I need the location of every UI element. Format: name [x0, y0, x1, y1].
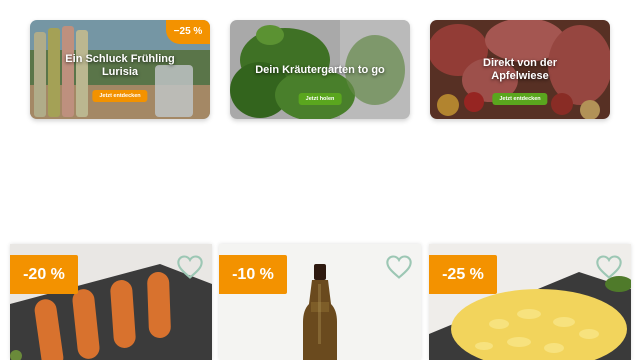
- banner-cta-button[interactable]: Jetzt entdecken: [92, 90, 148, 102]
- banner-title: Ein Schluck Frühling Lurisia: [65, 53, 175, 78]
- product-card[interactable]: -20 %: [10, 244, 212, 360]
- heart-outline-icon[interactable]: [595, 254, 623, 280]
- promo-banner-herbs[interactable]: Dein Kräutergarten to go Jetzt holen: [230, 20, 410, 119]
- discount-badge: -10 %: [219, 255, 287, 294]
- heart-outline-icon[interactable]: [176, 254, 204, 280]
- promo-banner-apples[interactable]: Direkt von der Apfelwiese Jetzt entdecke…: [430, 20, 610, 119]
- heart-outline-icon[interactable]: [385, 254, 413, 280]
- promo-banner-lurisia[interactable]: −25 % Ein Schluck Frühling Lurisia Jetzt…: [30, 20, 210, 119]
- discount-badge: -25 %: [429, 255, 497, 294]
- banner-discount-badge: −25 %: [166, 20, 210, 44]
- discount-badge: -20 %: [10, 255, 78, 294]
- product-card[interactable]: -10 %: [219, 244, 421, 360]
- banner-title: Dein Kräutergarten to go: [255, 64, 385, 76]
- product-card[interactable]: -25 %: [429, 244, 631, 360]
- page: −25 % Ein Schluck Frühling Lurisia Jetzt…: [0, 0, 640, 360]
- banner-cta-button[interactable]: Jetzt entdecken: [492, 93, 548, 105]
- banner-cta-button[interactable]: Jetzt holen: [298, 93, 342, 105]
- banner-title: Direkt von der Apfelwiese: [483, 57, 557, 82]
